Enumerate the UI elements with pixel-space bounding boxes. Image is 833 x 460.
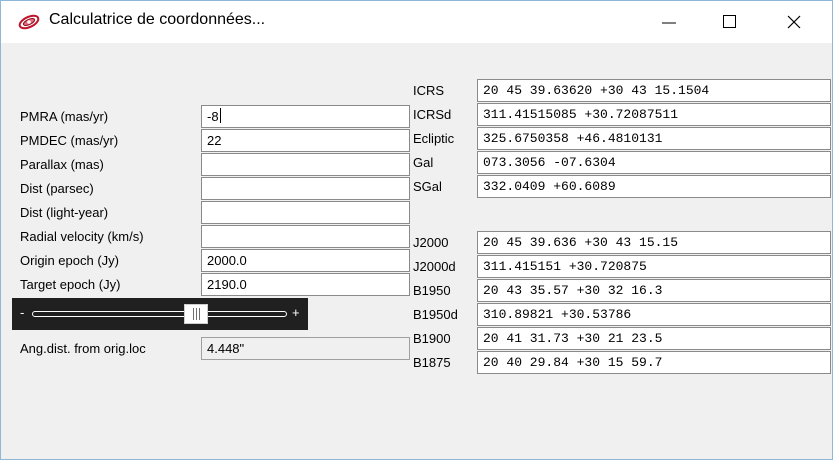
parallax-input[interactable]: [201, 153, 410, 176]
sgal-field[interactable]: 332.0409 +60.6089: [477, 175, 831, 198]
icrsd-field[interactable]: 311.41515085 +30.72087511: [477, 103, 831, 126]
icrs-field[interactable]: 20 45 39.63620 +30 43 15.1504: [477, 79, 831, 102]
maximize-button[interactable]: [706, 1, 752, 43]
b1900-label: B1900: [413, 331, 451, 346]
sgal-label: SGal: [413, 179, 442, 194]
b1950d-field[interactable]: 310.89821 +30.53786: [477, 303, 831, 326]
radial-velocity-input[interactable]: [201, 225, 410, 248]
galaxy-icon: [18, 14, 40, 30]
b1950d-label: B1950d: [413, 307, 458, 322]
ang-dist-value: 4.448": [201, 337, 410, 360]
b1950-label: B1950: [413, 283, 451, 298]
close-icon: [787, 15, 801, 29]
pmdec-label: PMDEC (mas/yr): [20, 133, 119, 148]
pmra-input[interactable]: -8: [201, 105, 410, 128]
dist-lightyear-input[interactable]: [201, 201, 410, 224]
j2000-label: J2000: [413, 235, 449, 250]
minimize-button[interactable]: [646, 1, 692, 43]
j2000d-field[interactable]: 311.415151 +30.720875: [477, 255, 831, 278]
slider-minus[interactable]: -: [20, 305, 24, 320]
icrsd-label: ICRSd: [413, 107, 452, 122]
gal-field[interactable]: 073.3056 -07.6304: [477, 151, 831, 174]
j2000-field[interactable]: 20 45 39.636 +30 43 15.15: [477, 231, 831, 254]
close-button[interactable]: [771, 1, 817, 43]
parallax-label: Parallax (mas): [20, 157, 104, 172]
ecliptic-label: Ecliptic: [413, 131, 455, 146]
ecliptic-field[interactable]: 325.6750358 +46.4810131: [477, 127, 831, 150]
target-epoch-label: Target epoch (Jy): [20, 277, 121, 292]
epoch-slider[interactable]: - +: [12, 298, 308, 330]
slider-track[interactable]: [32, 311, 287, 317]
gal-label: Gal: [413, 155, 434, 170]
slider-thumb[interactable]: [184, 304, 208, 324]
radial-velocity-label: Radial velocity (km/s): [20, 229, 144, 244]
text-caret: [219, 108, 221, 123]
maximize-icon: [723, 15, 736, 28]
b1875-field[interactable]: 20 40 29.84 +30 15 59.7: [477, 351, 831, 374]
pmra-label: PMRA (mas/yr): [20, 109, 109, 124]
window-title: Calculatrice de coordonnées...: [49, 11, 266, 28]
coordinate-calculator-window: Calculatrice de coordonnées... PMRA (mas…: [0, 0, 833, 460]
pmdec-input[interactable]: 22: [201, 129, 410, 152]
b1900-field[interactable]: 20 41 31.73 +30 21 23.5: [477, 327, 831, 350]
icrs-label: ICRS: [413, 83, 445, 98]
dist-lightyear-label: Dist (light-year): [20, 205, 109, 220]
b1950-field[interactable]: 20 43 35.57 +30 32 16.3: [477, 279, 831, 302]
target-epoch-input[interactable]: 2190.0: [201, 273, 410, 296]
j2000d-label: J2000d: [413, 259, 456, 274]
slider-plus[interactable]: +: [292, 305, 300, 320]
origin-epoch-label: Origin epoch (Jy): [20, 253, 119, 268]
b1875-label: B1875: [413, 355, 451, 370]
dist-parsec-label: Dist (parsec): [20, 181, 94, 196]
origin-epoch-input[interactable]: 2000.0: [201, 249, 410, 272]
dist-parsec-input[interactable]: [201, 177, 410, 200]
minimize-icon: [662, 22, 676, 24]
title-bar[interactable]: Calculatrice de coordonnées...: [1, 1, 832, 43]
ang-dist-label: Ang.dist. from orig.loc: [20, 341, 146, 356]
